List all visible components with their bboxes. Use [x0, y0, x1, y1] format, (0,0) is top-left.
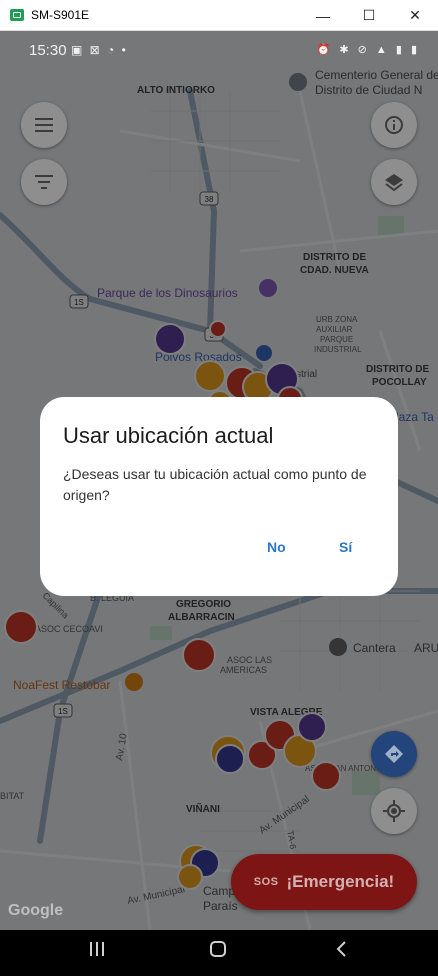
window-titlebar: SM-S901E — ☐ ✕	[0, 0, 438, 31]
google-logo: Google	[8, 902, 64, 919]
home-icon	[210, 941, 226, 957]
directions-icon	[385, 745, 403, 763]
dialog-message: ¿Deseas usar tu ubicación actual como pu…	[63, 466, 367, 503]
directions-button[interactable]	[371, 731, 417, 777]
info-icon	[385, 116, 403, 134]
filter-icon	[35, 175, 53, 189]
location-dialog: Usar ubicación actual ¿Deseas usar tu ub…	[40, 397, 398, 596]
minimize-button[interactable]: —	[300, 0, 346, 31]
my-location-button[interactable]	[371, 788, 417, 834]
layers-button[interactable]	[371, 159, 417, 205]
dialog-title: Usar ubicación actual	[63, 423, 274, 448]
no-button[interactable]: No	[267, 539, 286, 555]
menu-icon	[35, 118, 53, 132]
maximize-button[interactable]: ☐	[346, 0, 392, 31]
window-title: SM-S901E	[31, 8, 90, 22]
recent-apps-button[interactable]	[89, 940, 105, 964]
emergency-label: ¡Emergencia!	[286, 872, 395, 891]
sos-icon: SOS	[253, 876, 279, 888]
my-location-icon	[383, 800, 405, 822]
back-button[interactable]	[334, 940, 348, 964]
back-icon	[336, 941, 346, 957]
app-icon	[10, 9, 24, 21]
close-button[interactable]: ✕	[392, 0, 438, 31]
info-button[interactable]	[371, 102, 417, 148]
notification-icons: ▣ ⊠ ◔ •	[71, 43, 128, 57]
status-bar: 15:30 ▣ ⊠ ◔ • ⏰ ✱ ⊘ ▲ ▮ ▮	[0, 31, 438, 71]
navigation-bar	[0, 930, 438, 976]
status-time: 15:30	[29, 42, 67, 59]
menu-button[interactable]	[21, 102, 67, 148]
home-button[interactable]	[209, 940, 227, 964]
phone-screen: 38 38 1S 1S Cementerio General de Distri…	[0, 31, 438, 930]
layers-icon	[385, 174, 403, 192]
emergency-button[interactable]: SOS ¡Emergencia!	[231, 854, 417, 910]
system-icons: ⏰ ✱ ⊘ ▲ ▮ ▮	[316, 44, 420, 56]
yes-button[interactable]: Sí	[339, 539, 352, 555]
recent-apps-icon	[90, 942, 104, 956]
filter-button[interactable]	[21, 159, 67, 205]
